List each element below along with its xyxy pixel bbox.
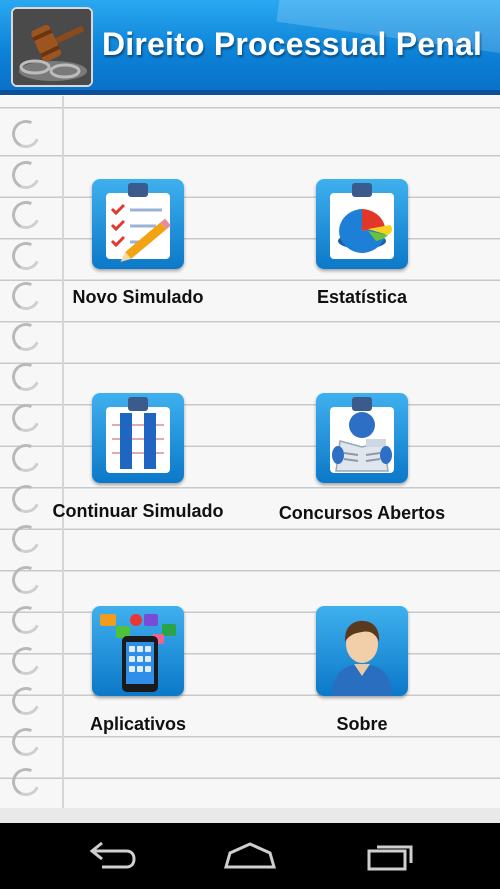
estatistica-label: Estatística xyxy=(316,287,408,307)
continuar-simulado-button[interactable]: Continuar Simulado xyxy=(38,393,238,522)
gavel-icon xyxy=(11,7,93,87)
header-divider xyxy=(0,90,500,95)
aplicativos-label: Aplicativos xyxy=(89,714,187,734)
novo-simulado-button[interactable]: Novo Simulado xyxy=(38,179,238,308)
user-icon xyxy=(316,606,408,696)
pause-icon xyxy=(92,393,184,483)
recents-icon[interactable] xyxy=(360,836,420,876)
back-icon[interactable] xyxy=(80,836,140,876)
continuar-simulado-label: Continuar Simulado xyxy=(52,501,224,521)
novo-simulado-label: Novo Simulado xyxy=(72,287,204,307)
newspaper-icon xyxy=(316,393,408,483)
notebook-bottom xyxy=(0,808,500,823)
pie-chart-icon xyxy=(316,179,408,269)
app-header: Direito Processual Penal xyxy=(0,0,500,95)
sobre-label: Sobre xyxy=(336,714,388,734)
concursos-abertos-button[interactable]: Concursos Abertos xyxy=(262,393,462,524)
home-icon[interactable] xyxy=(220,836,280,876)
estatistica-button[interactable]: Estatística xyxy=(262,179,462,308)
checklist-icon xyxy=(92,179,184,269)
sobre-button[interactable]: Sobre xyxy=(262,606,462,735)
navigation-bar xyxy=(0,823,500,889)
aplicativos-button[interactable]: Aplicativos xyxy=(38,606,238,735)
smartphone-apps-icon xyxy=(92,606,184,696)
app-title: Direito Processual Penal xyxy=(102,26,483,62)
concursos-abertos-label: Concursos Abertos xyxy=(278,503,446,523)
